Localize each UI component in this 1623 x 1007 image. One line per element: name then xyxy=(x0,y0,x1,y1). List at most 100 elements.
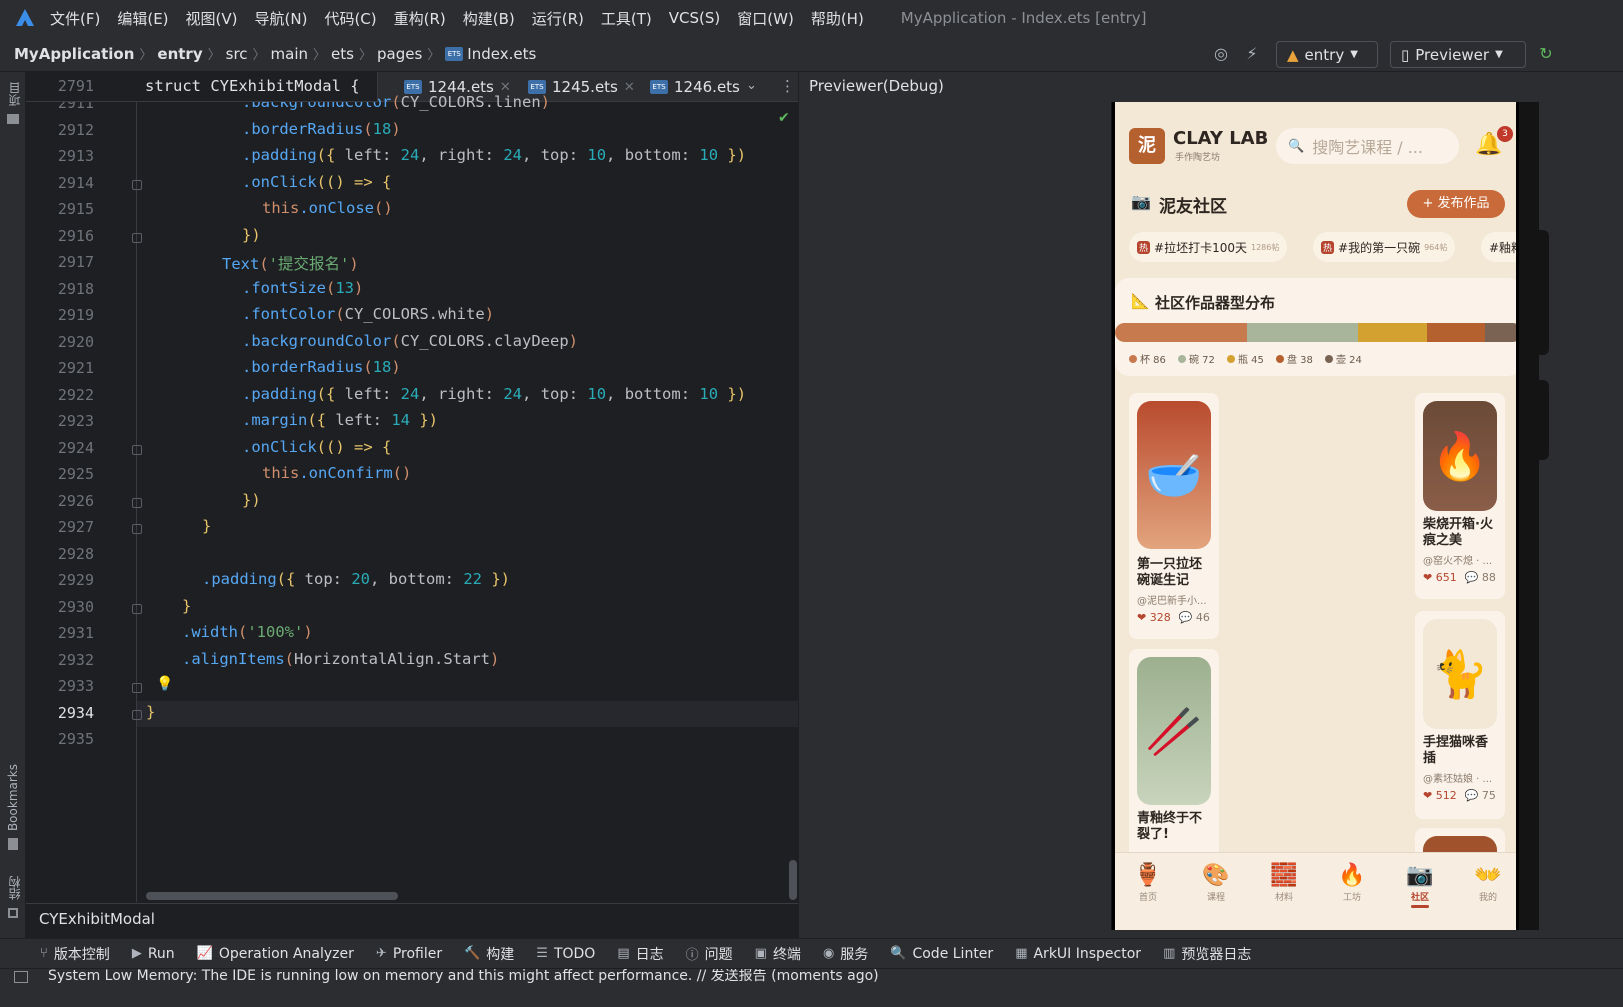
fold-marker-icon[interactable] xyxy=(132,603,142,614)
tool-build[interactable]: 🔨 构建 xyxy=(464,944,514,964)
fold-marker-icon[interactable] xyxy=(132,179,142,190)
project-tool-label[interactable]: 项目 xyxy=(6,82,23,106)
tool-operation-analyzer[interactable]: 📈 Operation Analyzer xyxy=(197,946,354,962)
tool-problems[interactable]: ⓘ 问题 xyxy=(686,944,733,964)
tab-3[interactable]: 🔥 工坊 xyxy=(1327,862,1377,903)
search-input[interactable]: 🔍 搜陶艺课程 / ... xyxy=(1276,128,1459,164)
structure-breadcrumb[interactable]: CYExhibitModal xyxy=(26,903,798,933)
fold-marker-icon[interactable] xyxy=(132,683,142,693)
code-line[interactable]: .borderRadius(18) xyxy=(242,358,401,376)
status-bar[interactable]: System Low Memory: The IDE is running lo… xyxy=(0,968,1623,1007)
code-line[interactable]: .borderRadius(18) xyxy=(242,120,401,138)
code-line[interactable]: .fontSize(13) xyxy=(242,279,363,297)
tab-2[interactable]: 🧱 材料 xyxy=(1259,862,1309,903)
menu-refactor[interactable]: 重构(R) xyxy=(394,8,446,29)
crumb-pages[interactable]: pages xyxy=(377,45,422,63)
more-icon[interactable]: ⋮ xyxy=(780,77,795,95)
fold-marker-icon[interactable] xyxy=(132,444,142,455)
tab-0[interactable]: 🏺 首页 xyxy=(1123,862,1173,903)
code-line[interactable]: this.onClose() xyxy=(262,199,393,217)
tool-terminal[interactable]: ▣ 终端 xyxy=(755,944,801,964)
topic-chip[interactable]: 热 #我的第一只碗 964帖 xyxy=(1313,232,1456,262)
menu-vcs[interactable]: VCS(S) xyxy=(669,9,720,27)
tool-profiler[interactable]: ✈ Profiler xyxy=(376,946,442,962)
structure-icon[interactable] xyxy=(8,908,18,918)
menu-run[interactable]: 运行(R) xyxy=(532,8,584,29)
refresh-icon[interactable]: ↻ xyxy=(1536,44,1556,64)
device-select[interactable]: ▯ Previewer ▼ xyxy=(1390,41,1526,68)
code-line[interactable]: } xyxy=(202,517,211,535)
code-line[interactable]: .alignItems(HorizontalAlign.Start) xyxy=(182,650,499,668)
heart-icon: ❤ xyxy=(1423,789,1433,802)
menu-file[interactable]: 文件(F) xyxy=(50,8,100,29)
menu-edit[interactable]: 编辑(E) xyxy=(117,8,168,29)
post-card[interactable]: 🔥 柴烧开箱·火痕之美 @窑火不熄 · ... ❤ 651 💬 88 xyxy=(1415,393,1505,599)
menu-navigate[interactable]: 导航(N) xyxy=(255,8,308,29)
crumb-ets[interactable]: ets xyxy=(331,45,354,63)
fold-marker-icon[interactable] xyxy=(132,524,142,534)
menu-help[interactable]: 帮助(H) xyxy=(811,8,864,29)
tool-previewer-log[interactable]: ▥ 预览器日志 xyxy=(1163,944,1251,964)
editor-tab[interactable]: ETS 1246.ets xyxy=(650,72,740,102)
check-icon[interactable]: ✔ xyxy=(778,110,790,126)
crumb-file[interactable]: Index.ets xyxy=(467,45,536,63)
sticky-scope-header[interactable]: 2791 struct CYExhibitModal { xyxy=(26,72,378,102)
vertical-scrollbar[interactable] xyxy=(789,860,797,900)
tool-code-linter[interactable]: 🔍 Code Linter xyxy=(890,946,993,962)
post-button[interactable]: + 发布作品 xyxy=(1407,190,1505,218)
tool-vcs[interactable]: ⑂ 版本控制 xyxy=(40,944,110,964)
code-line[interactable]: .padding({ left: 24, right: 24, top: 10,… xyxy=(242,146,746,164)
status-message: System Low Memory: The IDE is running lo… xyxy=(48,968,879,984)
crumb-src[interactable]: src xyxy=(226,45,248,63)
menu-tools[interactable]: 工具(T) xyxy=(601,8,652,29)
code-line[interactable]: } xyxy=(182,597,191,615)
structure-tool-label[interactable]: 结构 xyxy=(6,876,23,900)
tab-5[interactable]: 👐 我的 xyxy=(1463,862,1513,903)
post-card[interactable]: 🥣 第一只拉坯碗诞生记 @泥巴新手小... ❤ 328 💬 46 xyxy=(1129,393,1219,639)
topic-chip[interactable]: #釉料 xyxy=(1481,232,1516,262)
tab-1[interactable]: 🎨 课程 xyxy=(1191,862,1241,903)
lightbulb-icon[interactable]: 💡 xyxy=(156,676,173,692)
code-line[interactable]: .backgroundColor(CY_COLORS.clayDeep) xyxy=(242,332,578,350)
code-line[interactable]: .width('100%') xyxy=(182,623,313,641)
code-line[interactable]: .onClick(() => { xyxy=(242,438,391,456)
tool-arkui-inspector[interactable]: ▦ ArkUI Inspector xyxy=(1015,946,1141,962)
post-card[interactable]: 🐈 手捏猫咪香插 @素坯姑娘 · ... ❤ 512 💬 75 xyxy=(1415,611,1505,819)
crumb-main[interactable]: main xyxy=(271,45,308,63)
crumb-project[interactable]: MyApplication xyxy=(14,45,134,63)
fold-marker-icon[interactable] xyxy=(132,232,142,243)
code-line[interactable]: }) xyxy=(242,491,261,509)
code-line[interactable]: .padding({ left: 24, right: 24, top: 10,… xyxy=(242,385,746,403)
tool-log[interactable]: ▤ 日志 xyxy=(617,944,663,964)
bookmark-icon[interactable] xyxy=(8,838,18,850)
close-icon[interactable]: ✕ xyxy=(624,80,635,95)
code-line[interactable]: } xyxy=(146,703,155,721)
code-line[interactable]: .margin({ left: 14 }) xyxy=(242,411,438,429)
code-line[interactable]: this.onConfirm() xyxy=(262,464,411,482)
chevron-down-icon[interactable]: ⌄ xyxy=(746,78,757,93)
crumb-module[interactable]: entry xyxy=(157,45,202,63)
menu-window[interactable]: 窗口(W) xyxy=(737,8,794,29)
tool-todo[interactable]: ☰ TODO xyxy=(536,946,595,962)
post-card[interactable]: 🥢 青釉终于不裂了! xyxy=(1129,649,1219,859)
code-line[interactable]: .padding({ top: 20, bottom: 22 }) xyxy=(202,570,510,588)
code-line[interactable]: Text('提交报名') xyxy=(222,252,359,274)
code-line[interactable]: .fontColor(CY_COLORS.white) xyxy=(242,305,494,323)
topic-chip[interactable]: 热 #拉坯打卡100天 1286帖 xyxy=(1129,232,1288,262)
fold-marker-icon[interactable] xyxy=(132,709,142,720)
horizontal-scrollbar[interactable] xyxy=(146,892,398,900)
folder-icon[interactable] xyxy=(7,114,19,124)
run-config-select[interactable]: ▲ entry ▼ xyxy=(1276,41,1378,68)
tool-services[interactable]: ◉ 服务 xyxy=(823,944,868,964)
code-line[interactable]: .onClick(() => { xyxy=(242,173,391,191)
plug-icon[interactable]: ⚡ xyxy=(1242,44,1262,64)
menu-build[interactable]: 构建(B) xyxy=(463,8,515,29)
fold-marker-icon[interactable] xyxy=(132,497,142,508)
tool-run[interactable]: ▶ Run xyxy=(132,946,175,962)
menu-view[interactable]: 视图(V) xyxy=(186,8,238,29)
menu-code[interactable]: 代码(C) xyxy=(324,8,376,29)
code-line[interactable]: }) xyxy=(242,226,261,244)
tab-4[interactable]: 📷 社区 xyxy=(1395,862,1445,908)
target-icon[interactable]: ◎ xyxy=(1211,44,1231,64)
bookmarks-tool-label[interactable]: Bookmarks xyxy=(6,764,20,831)
